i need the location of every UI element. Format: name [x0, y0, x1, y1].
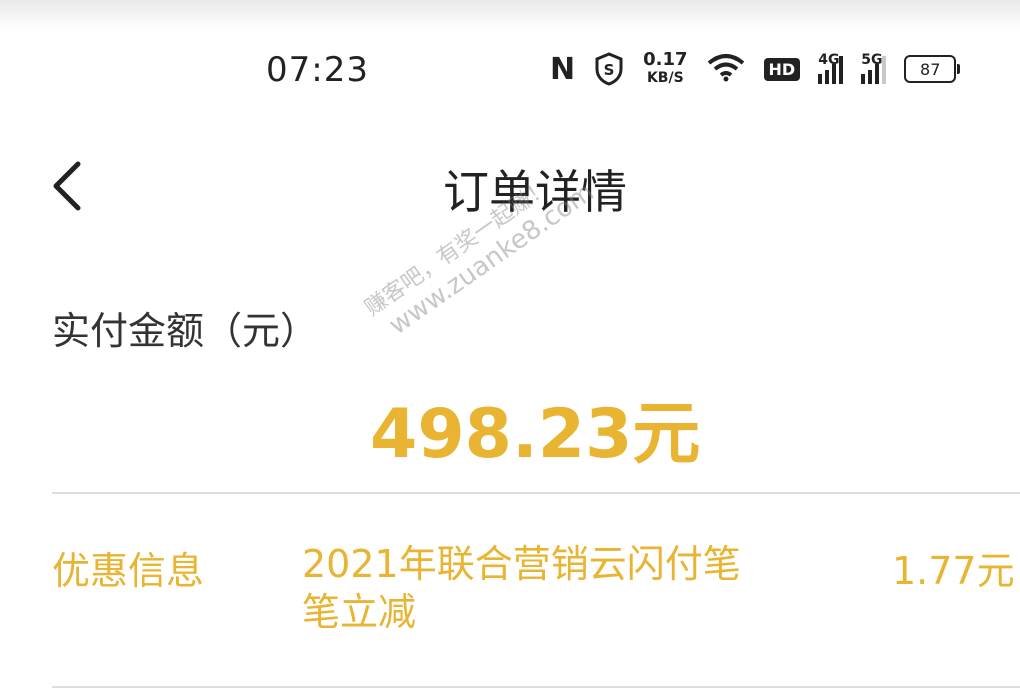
discount-label: 优惠信息	[52, 549, 205, 593]
discount-amount: 1.77元	[892, 549, 1015, 593]
signal-5g-icon: 5G	[861, 52, 887, 84]
shield-icon: S	[593, 52, 625, 86]
amount-value: 498.23元	[370, 395, 701, 474]
net-speed: 0.17 KB/S	[643, 51, 687, 87]
signal-5g-label: 5G	[861, 52, 883, 68]
nfc-icon: N	[550, 51, 576, 87]
hd-badge: HD	[763, 57, 801, 81]
discount-description: 2021年联合营销云闪付笔笔立减	[302, 542, 741, 634]
svg-text:S: S	[604, 61, 615, 79]
top-shade	[0, 0, 1020, 30]
wifi-icon	[706, 52, 746, 86]
amount-label: 实付金额（元）	[52, 309, 319, 353]
battery-icon: 87	[904, 55, 961, 83]
battery-level: 87	[920, 59, 941, 79]
status-time: 07:23	[266, 50, 369, 90]
signal-4g-label: 4G	[818, 52, 840, 68]
signal-4g-icon: 4G	[818, 52, 844, 84]
status-icons: N S 0.17 KB/S HD 4G 5G 87	[550, 46, 961, 92]
divider-bottom	[52, 686, 1020, 688]
net-speed-value: 0.17	[643, 49, 688, 70]
page-title: 订单详情	[443, 165, 627, 219]
net-speed-unit: KB/S	[646, 70, 684, 86]
divider	[52, 492, 1020, 494]
